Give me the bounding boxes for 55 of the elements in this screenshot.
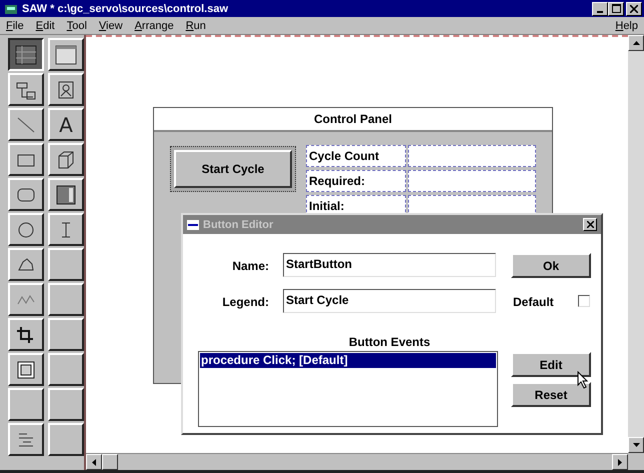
- events-label: Button Events: [348, 335, 432, 349]
- up-arrow-icon: [632, 41, 640, 45]
- name-label: Name:: [232, 259, 269, 273]
- edit-button[interactable]: Edit: [511, 352, 591, 377]
- menu-item[interactable]: File: [6, 20, 24, 32]
- legend-label: Legend:: [222, 295, 269, 309]
- menu-item[interactable]: Edit: [36, 20, 55, 32]
- window-title: SAW * c:\gc_servo\sources\control.saw: [22, 2, 228, 14]
- vertical-scrollbar[interactable]: [628, 35, 644, 453]
- scroll-thumb[interactable]: [102, 454, 118, 470]
- tool-button[interactable]: [8, 38, 44, 71]
- menu-item[interactable]: Arrange: [134, 20, 174, 32]
- right-arrow-icon: [618, 458, 622, 466]
- menu-item[interactable]: Tool: [66, 20, 87, 32]
- close-icon: [630, 4, 638, 12]
- menu-item[interactable]: Run: [186, 20, 206, 32]
- panel-icon: [55, 184, 77, 204]
- reset-button[interactable]: Reset: [511, 382, 591, 407]
- close-button[interactable]: [583, 218, 597, 231]
- dialog-title: Button Editor: [203, 218, 274, 230]
- button-tool-icon: [15, 360, 37, 380]
- field-label: Required:: [306, 170, 406, 192]
- menu-item[interactable]: Help: [615, 20, 638, 32]
- line-icon: [15, 114, 37, 134]
- name-field[interactable]: StartButton: [283, 253, 496, 277]
- grid-icon: [15, 44, 37, 64]
- default-checkbox[interactable]: [578, 295, 590, 307]
- mouse-cursor-icon: [577, 371, 589, 389]
- minimize-button[interactable]: [592, 2, 608, 16]
- event-item[interactable]: procedure Click; [Default]: [200, 353, 496, 368]
- default-label: Default: [513, 295, 554, 309]
- tool-button[interactable]: A: [48, 108, 84, 141]
- frame-icon: [55, 44, 77, 64]
- app-icon: [4, 2, 18, 14]
- ok-button[interactable]: Ok: [511, 253, 591, 278]
- maximize-icon: [612, 4, 620, 13]
- menu-item[interactable]: View: [98, 20, 123, 32]
- system-menu-icon: [187, 220, 199, 230]
- close-button[interactable]: [626, 2, 642, 16]
- down-arrow-icon: [632, 443, 640, 447]
- text-tool-icon: A: [59, 114, 73, 134]
- start-cycle-button[interactable]: Start Cycle: [174, 150, 292, 188]
- horizontal-scrollbar[interactable]: [86, 453, 628, 470]
- legend-field[interactable]: Start Cycle: [283, 289, 496, 313]
- maximize-button[interactable]: [608, 2, 624, 16]
- scroll-down-button[interactable]: [628, 437, 644, 453]
- close-icon: [586, 221, 594, 228]
- scroll-left-button[interactable]: [86, 454, 102, 470]
- panel-title: Control Panel: [154, 108, 552, 132]
- field-label: Cycle Count: [306, 145, 406, 167]
- left-arrow-icon: [92, 458, 96, 466]
- scroll-right-button[interactable]: [612, 454, 628, 470]
- scroll-up-button[interactable]: [628, 35, 644, 51]
- group-icon: [15, 80, 37, 100]
- minimize-icon: [597, 10, 603, 12]
